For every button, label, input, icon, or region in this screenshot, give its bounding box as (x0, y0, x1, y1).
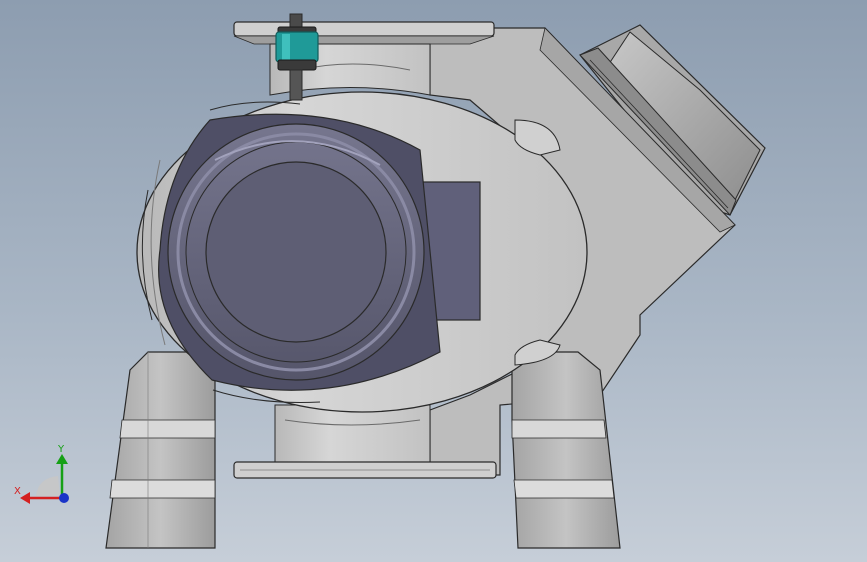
triad-plane (36, 476, 60, 496)
left-support-leg[interactable] (105, 351, 216, 549)
front-inlet-flange[interactable] (158, 113, 441, 391)
cad-viewport[interactable]: Y X (0, 0, 867, 562)
x-axis-arrow (20, 492, 30, 504)
x-axis-label: X (14, 486, 21, 497)
view-orientation-triad[interactable]: Y X (12, 440, 78, 510)
valve-3d-model[interactable] (0, 0, 867, 562)
y-axis-arrow (56, 454, 68, 464)
z-axis-dot (59, 493, 69, 503)
y-axis-label: Y (57, 444, 65, 455)
